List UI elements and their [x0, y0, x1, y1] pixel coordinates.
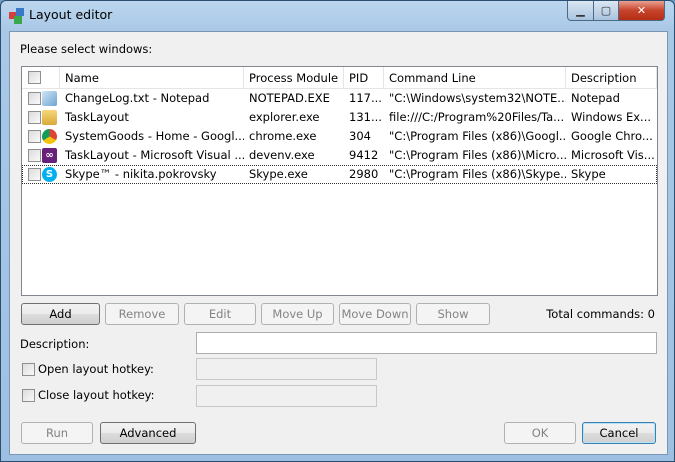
cell-name: Skype™ - nikita.pokrovsky — [65, 167, 217, 181]
close-button[interactable]: ✕ — [618, 1, 665, 21]
cell-pid: 131... — [349, 110, 382, 124]
open-hotkey-label[interactable]: Open layout hotkey: — [38, 362, 154, 376]
table-row[interactable]: SystemGoods - Home - Googl... chrome.exe… — [22, 127, 657, 146]
cell-description: Microsoft Vis... — [571, 148, 655, 162]
table-row[interactable]: S Skype™ - nikita.pokrovsky Skype.exe 29… — [22, 165, 657, 184]
skype-icon: S — [42, 167, 57, 182]
close-hotkey-checkbox[interactable] — [22, 389, 35, 402]
description-label: Description: — [20, 337, 90, 351]
maximize-icon: ▢ — [600, 4, 612, 17]
cell-process-module: Skype.exe — [249, 167, 308, 181]
folder-icon — [42, 110, 57, 125]
cell-process-module: chrome.exe — [249, 129, 317, 143]
select-windows-label: Please select windows: — [20, 42, 153, 56]
cell-pid: 304 — [349, 129, 371, 143]
minimize-button[interactable]: ▁ — [567, 1, 594, 21]
dialog-client: Please select windows: Name Process Modu… — [9, 31, 668, 455]
row-checkbox[interactable] — [28, 92, 41, 105]
open-hotkey-checkbox[interactable] — [22, 363, 35, 376]
cell-process-module: devenv.exe — [249, 148, 315, 162]
table-row[interactable]: ∞ TaskLayout - Microsoft Visual ... deve… — [22, 146, 657, 165]
cell-name: TaskLayout - Microsoft Visual ... — [65, 148, 244, 162]
cell-command-line: "C:\Program Files (x86)\Googl... — [389, 129, 566, 143]
minimize-icon: ▁ — [576, 4, 585, 17]
table-row[interactable]: ChangeLog.txt - Notepad NOTEPAD.EXE 117.… — [22, 89, 657, 108]
maximize-button[interactable]: ▢ — [593, 1, 619, 21]
cell-pid: 2980 — [349, 167, 379, 181]
header-pid[interactable]: PID — [344, 67, 384, 89]
cell-command-line: "C:\Windows\system32\NOTE... — [389, 91, 566, 105]
select-all-checkbox[interactable] — [28, 71, 41, 84]
cell-process-module: explorer.exe — [249, 110, 320, 124]
total-commands-label: Total commands: 0 — [546, 307, 655, 321]
table-row[interactable]: TaskLayout explorer.exe 131... file:///C… — [22, 108, 657, 127]
close-hotkey-label[interactable]: Close layout hotkey: — [38, 388, 155, 402]
layout-editor-window: Layout editor ▁ ▢ ✕ Please select window… — [0, 0, 675, 462]
app-icon — [9, 8, 25, 24]
open-hotkey-input[interactable] — [196, 358, 377, 380]
ok-button[interactable]: OK — [504, 422, 576, 444]
cancel-button[interactable]: Cancel — [582, 422, 656, 444]
row-checkbox[interactable] — [28, 149, 41, 162]
move-up-button[interactable]: Move Up — [261, 303, 334, 325]
show-button[interactable]: Show — [416, 303, 490, 325]
description-input[interactable] — [196, 332, 657, 354]
chrome-icon — [42, 129, 57, 144]
row-checkbox[interactable] — [28, 111, 41, 124]
advanced-button[interactable]: Advanced — [100, 422, 196, 444]
cell-command-line: "C:\Program Files (x86)\Micro... — [389, 148, 566, 162]
cell-pid: 9412 — [349, 148, 379, 162]
cell-description: Skype — [571, 167, 606, 181]
move-down-button[interactable]: Move Down — [339, 303, 411, 325]
notepad-icon — [42, 91, 57, 106]
header-select-all[interactable] — [22, 67, 60, 89]
header-command-line[interactable]: Command Line — [384, 67, 566, 89]
cell-pid: 117... — [349, 91, 382, 105]
add-button[interactable]: Add — [21, 303, 100, 325]
cell-name: SystemGoods - Home - Googl... — [65, 129, 244, 143]
cell-process-module: NOTEPAD.EXE — [249, 91, 330, 105]
window-title: Layout editor — [29, 7, 113, 22]
run-button[interactable]: Run — [21, 422, 93, 444]
close-icon: ✕ — [636, 4, 647, 17]
remove-button[interactable]: Remove — [105, 303, 179, 325]
cell-command-line: file:///C:/Program%20Files/Ta... — [389, 110, 565, 124]
cell-name: TaskLayout — [65, 110, 129, 124]
cell-name: ChangeLog.txt - Notepad — [65, 91, 210, 105]
close-hotkey-input[interactable] — [196, 385, 377, 407]
cell-description: Notepad — [571, 91, 620, 105]
visual-studio-icon: ∞ — [42, 148, 57, 163]
cell-description: Windows Ex... — [571, 110, 652, 124]
list-header: Name Process Module PID Command Line Des… — [22, 67, 657, 89]
cell-command-line: "C:\Program Files (x86)\Skype... — [389, 167, 566, 181]
row-checkbox[interactable] — [28, 130, 41, 143]
header-process-module[interactable]: Process Module — [244, 67, 344, 89]
windows-list[interactable]: Name Process Module PID Command Line Des… — [21, 66, 658, 296]
edit-button[interactable]: Edit — [184, 303, 256, 325]
header-description[interactable]: Description — [566, 67, 657, 89]
header-name[interactable]: Name — [60, 67, 244, 89]
cell-description: Google Chro... — [571, 129, 653, 143]
row-checkbox[interactable] — [28, 168, 41, 181]
